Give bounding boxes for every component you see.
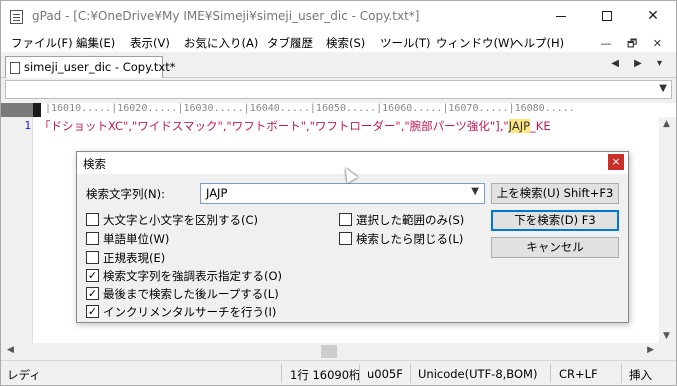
search-text-label: 検索文字列(N): — [86, 187, 165, 201]
horizontal-scrollbar[interactable]: ◀ ▶ — [1, 343, 676, 360]
menu-bar: ファイル(F) 編集(E) 表示(V) お気に入り(A) タブ履歴 検索(S) … — [1, 32, 676, 52]
maximize-button[interactable] — [584, 1, 630, 32]
checkbox[interactable] — [339, 213, 352, 226]
menu-view[interactable]: 表示(V) — [130, 35, 170, 51]
search-up-button[interactable]: 上を検索(U) Shift+F3 — [491, 183, 619, 204]
menu-tools[interactable]: ツール(T) — [380, 35, 431, 51]
chevron-down-icon: ▼ — [659, 83, 667, 94]
menu-favorites[interactable]: お気に入り(A) — [184, 35, 258, 51]
status-divider — [621, 364, 622, 383]
checkbox[interactable] — [86, 213, 99, 226]
status-divider — [550, 364, 551, 383]
scroll-down-icon[interactable]: ▼ — [663, 331, 670, 341]
ruler-text: |16010.....|16020.....|16030.....|16040.… — [45, 103, 575, 114]
line-text-after: _KE — [530, 119, 551, 133]
ruler-gutter — [1, 103, 33, 117]
minimize-icon — [556, 16, 566, 17]
document-icon — [10, 62, 20, 74]
tab-navigation[interactable]: ◀ ▶ ▾ — [611, 58, 668, 69]
tab-simeji-user-dic[interactable]: simeji_user_dic - Copy.txt* — [5, 56, 175, 78]
scroll-right-icon[interactable]: ▶ — [647, 345, 654, 355]
editor-line[interactable]: 「ドショットXC","ワイドスマック","ワフトボート","ワフトローダー","… — [39, 118, 551, 134]
line-number-gutter: 1 — [1, 117, 33, 343]
status-char-code: u005F — [367, 367, 403, 381]
notepad-icon — [10, 10, 23, 24]
status-divider — [359, 364, 360, 383]
option-label: 検索したら閉じる(L) — [356, 232, 464, 246]
status-line-ending: CR+LF — [559, 367, 598, 381]
option-label: 単語単位(W) — [103, 232, 170, 246]
status-position: 1行 16090桁 — [290, 368, 361, 382]
cancel-button[interactable]: キャンセル — [491, 237, 619, 258]
minimize-button[interactable] — [538, 1, 584, 32]
status-bar: レディ 1行 16090桁 u005F Unicode(UTF-8,BOM) C… — [1, 360, 676, 385]
menu-window[interactable]: ウィンドウ(W) — [436, 35, 514, 51]
status-divider — [281, 364, 282, 383]
tab-bar: simeji_user_dic - Copy.txt* ◀ ▶ ▾ — [1, 52, 676, 78]
checkbox[interactable]: ✓ — [86, 287, 99, 300]
title-bar: gPad - [C:¥OneDrive¥My IME¥Simeji¥simeji… — [1, 1, 676, 32]
close-button[interactable]: ✕ — [630, 1, 676, 32]
status-ready: レディ — [7, 368, 41, 382]
vertical-scrollbar[interactable]: ▲ ▼ — [659, 117, 676, 343]
option-label: 大文字と小文字を区別する(C) — [103, 213, 259, 227]
dialog-title: 検索 — [83, 157, 106, 171]
status-divider — [410, 364, 411, 383]
menu-search[interactable]: 検索(S) — [326, 35, 365, 51]
menu-tab-history[interactable]: タブ履歴 — [267, 35, 313, 51]
toolbar-combobox[interactable]: ▼ — [5, 80, 672, 99]
horizontal-scroll-thumb[interactable] — [321, 345, 337, 358]
search-text-combobox[interactable]: JAJP ▼ — [200, 183, 485, 204]
checkbox[interactable]: ✓ — [86, 269, 99, 282]
checkbox[interactable] — [86, 251, 99, 264]
dialog-close-button[interactable]: × — [608, 154, 624, 170]
tab-label: simeji_user_dic - Copy.txt* — [24, 60, 176, 74]
menu-help[interactable]: ヘルプ(H) — [512, 35, 564, 51]
search-text-value: JAJP — [206, 186, 228, 200]
column-ruler: |16010.....|16020.....|16030.....|16040.… — [1, 103, 676, 117]
option-label: 選択した範囲のみ(S) — [356, 213, 465, 227]
option-label: インクリメンタルサーチを行う(I) — [103, 305, 277, 319]
line-text-before: 「ドショットXC","ワイドスマック","ワフトボート","ワフトローダー","… — [39, 119, 509, 133]
option-label: 正規表現(E) — [103, 251, 166, 265]
checkbox[interactable] — [339, 232, 352, 245]
status-insert-mode: 挿入 — [629, 368, 652, 382]
line-number: 1 — [24, 119, 31, 132]
maximize-icon — [602, 11, 612, 21]
checkbox[interactable] — [86, 232, 99, 245]
scroll-up-icon[interactable]: ▲ — [663, 119, 670, 129]
gpad-window: gPad - [C:¥OneDrive¥My IME¥Simeji¥simeji… — [0, 0, 677, 386]
search-highlight: JAJP — [508, 119, 531, 133]
search-down-button[interactable]: 下を検索(D) F3 — [491, 210, 619, 231]
menu-file[interactable]: ファイル(F) — [11, 35, 73, 51]
menu-edit[interactable]: 編集(E) — [76, 35, 115, 51]
ruler-cursor-marker — [33, 103, 41, 117]
option-label: 検索文字列を強調表示指定する(O) — [103, 269, 283, 283]
status-encoding: Unicode(UTF-8,BOM) — [418, 367, 538, 381]
toolbar-combo-row: ▼ — [1, 78, 676, 102]
window-title: gPad - [C:¥OneDrive¥My IME¥Simeji¥simeji… — [32, 9, 420, 23]
scroll-left-icon[interactable]: ◀ — [7, 345, 14, 355]
checkbox[interactable]: ✓ — [86, 305, 99, 318]
chevron-down-icon[interactable]: ▼ — [471, 186, 479, 197]
option-label: 最後まで検索した後ループする(L) — [103, 287, 279, 301]
